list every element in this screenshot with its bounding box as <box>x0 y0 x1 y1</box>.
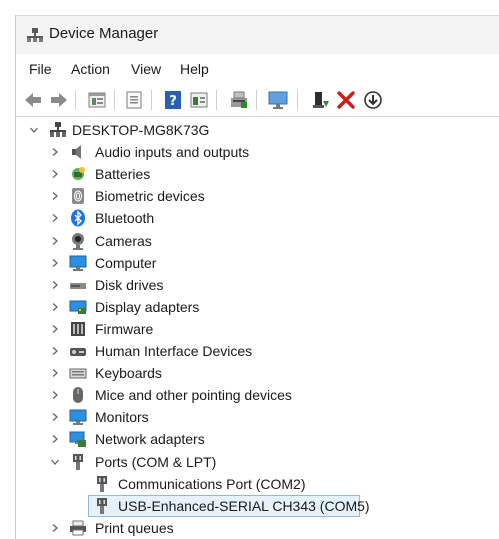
title-bar: Device Manager <box>16 16 499 54</box>
back-icon[interactable] <box>22 89 44 111</box>
menu-action[interactable]: Action <box>71 61 110 77</box>
port-icon <box>69 453 87 471</box>
view-icon[interactable] <box>188 89 210 111</box>
disk-drive-icon <box>69 276 87 294</box>
category-cameras[interactable]: Cameras <box>95 233 152 249</box>
chevron-right-icon[interactable] <box>50 368 60 378</box>
chevron-right-icon[interactable] <box>50 412 60 422</box>
category-computer[interactable]: Computer <box>95 255 156 271</box>
chevron-right-icon[interactable] <box>50 390 60 400</box>
hid-icon <box>69 342 87 360</box>
uninstall-icon[interactable] <box>335 89 357 111</box>
chevron-right-icon[interactable] <box>50 213 60 223</box>
category-batteries[interactable]: Batteries <box>95 166 150 182</box>
chevron-right-icon[interactable] <box>50 324 60 334</box>
chevron-right-icon[interactable] <box>50 280 60 290</box>
category-network-adapters[interactable]: Network adapters <box>95 431 205 447</box>
category-biometric-devices[interactable]: Biometric devices <box>95 188 205 204</box>
chevron-down-icon[interactable] <box>50 457 60 467</box>
category-ports-com-lpt[interactable]: Ports (COM & LPT) <box>95 454 216 470</box>
svg-text:?: ? <box>169 94 177 109</box>
category-human-interface-devices[interactable]: Human Interface Devices <box>95 343 252 359</box>
show-hidden-icon[interactable] <box>123 89 145 111</box>
printer-icon <box>69 519 87 537</box>
toolbar-separator <box>151 90 152 110</box>
category-display-adapters[interactable]: Display adapters <box>95 299 199 315</box>
window-title: Device Manager <box>49 25 159 42</box>
category-keyboards[interactable]: Keyboards <box>95 365 162 381</box>
firmware-icon <box>69 320 87 338</box>
toolbar: ? <box>16 84 499 117</box>
toolbar-separator <box>114 90 115 110</box>
device-manager-app-icon <box>26 27 44 43</box>
device-tree: DESKTOP-MG8K73G Audio inputs and outputs B… <box>16 117 499 539</box>
toolbar-separator <box>216 90 217 110</box>
monitor-icon <box>69 408 87 426</box>
download-icon[interactable] <box>362 89 384 111</box>
category-firmware[interactable]: Firmware <box>95 321 153 337</box>
device-communications-port-com2[interactable]: Communications Port (COM2) <box>118 476 306 492</box>
help-icon[interactable]: ? <box>162 89 184 111</box>
port-icon <box>93 497 111 515</box>
category-audio-inputs-and-outputs[interactable]: Audio inputs and outputs <box>95 144 249 160</box>
chevron-right-icon[interactable] <box>50 523 60 533</box>
menu-file[interactable]: File <box>29 61 52 77</box>
toolbar-separator <box>297 90 298 110</box>
update-driver-icon[interactable] <box>309 89 331 111</box>
category-monitors[interactable]: Monitors <box>95 409 149 425</box>
category-print-queues[interactable]: Print queues <box>95 520 174 536</box>
tree-root-label[interactable]: DESKTOP-MG8K73G <box>72 122 209 138</box>
category-bluetooth[interactable]: Bluetooth <box>95 210 154 226</box>
chevron-right-icon[interactable] <box>50 434 60 444</box>
chevron-right-icon[interactable] <box>50 236 60 246</box>
computer-root-icon <box>49 121 67 139</box>
display-adapter-icon <box>69 298 87 316</box>
forward-icon[interactable] <box>48 89 70 111</box>
speaker-icon <box>69 143 87 161</box>
menu-help[interactable]: Help <box>180 61 209 77</box>
chevron-right-icon[interactable] <box>50 191 60 201</box>
menu-bar: File Action View Help <box>16 54 499 84</box>
chevron-right-icon[interactable] <box>50 169 60 179</box>
battery-icon <box>69 165 87 183</box>
monitor-icon[interactable] <box>267 89 289 111</box>
chevron-right-icon[interactable] <box>50 346 60 356</box>
device-manager-window: Device Manager File Action View Help ? D… <box>15 15 499 539</box>
properties-icon[interactable] <box>86 89 108 111</box>
device-usb-enhanced-serial-ch343-com5[interactable]: USB-Enhanced-SERIAL CH343 (COM5) <box>118 498 370 514</box>
chevron-right-icon[interactable] <box>50 147 60 157</box>
mouse-icon <box>69 386 87 404</box>
toolbar-separator <box>75 90 76 110</box>
toolbar-separator <box>256 90 257 110</box>
camera-icon <box>69 232 87 250</box>
bluetooth-icon <box>69 209 87 227</box>
chevron-right-icon[interactable] <box>50 302 60 312</box>
scan-icon[interactable] <box>228 89 250 111</box>
chevron-down-icon[interactable] <box>29 125 39 135</box>
category-mice-and-other-pointing-devices[interactable]: Mice and other pointing devices <box>95 387 292 403</box>
network-icon <box>69 430 87 448</box>
menu-view[interactable]: View <box>131 61 161 77</box>
computer-icon <box>69 254 87 272</box>
category-disk-drives[interactable]: Disk drives <box>95 277 163 293</box>
port-icon <box>93 475 111 493</box>
fingerprint-icon <box>69 187 87 205</box>
chevron-right-icon[interactable] <box>50 258 60 268</box>
keyboard-icon <box>69 364 87 382</box>
